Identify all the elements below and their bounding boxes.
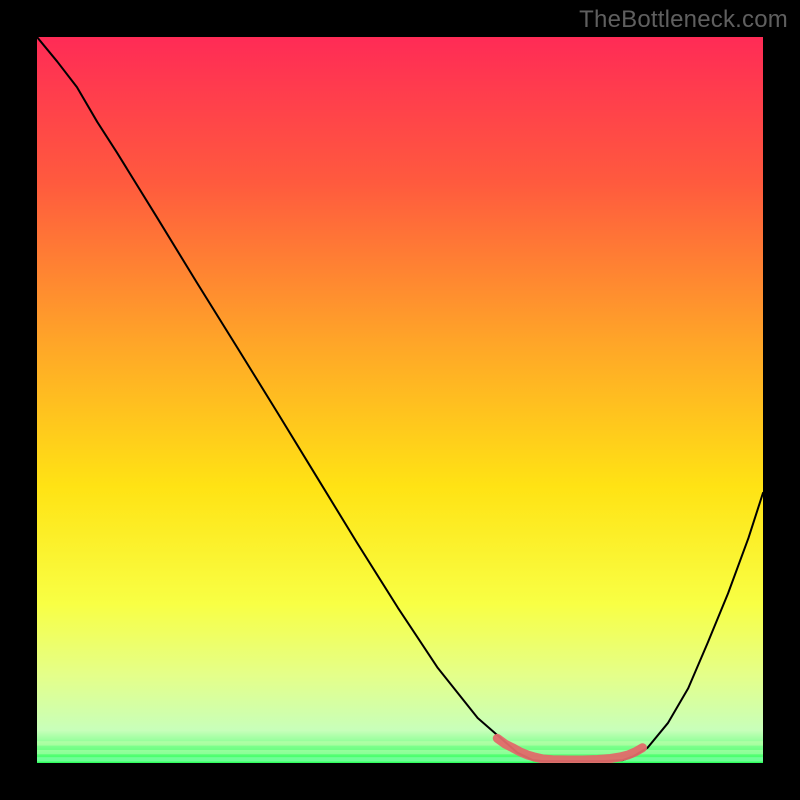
striation [37,741,763,745]
bottleneck-chart [37,37,763,763]
striation [37,750,763,754]
chart-frame: TheBottleneck.com [0,0,800,800]
gradient-background [37,37,763,763]
striation [37,757,763,761]
watermark: TheBottleneck.com [579,6,788,34]
